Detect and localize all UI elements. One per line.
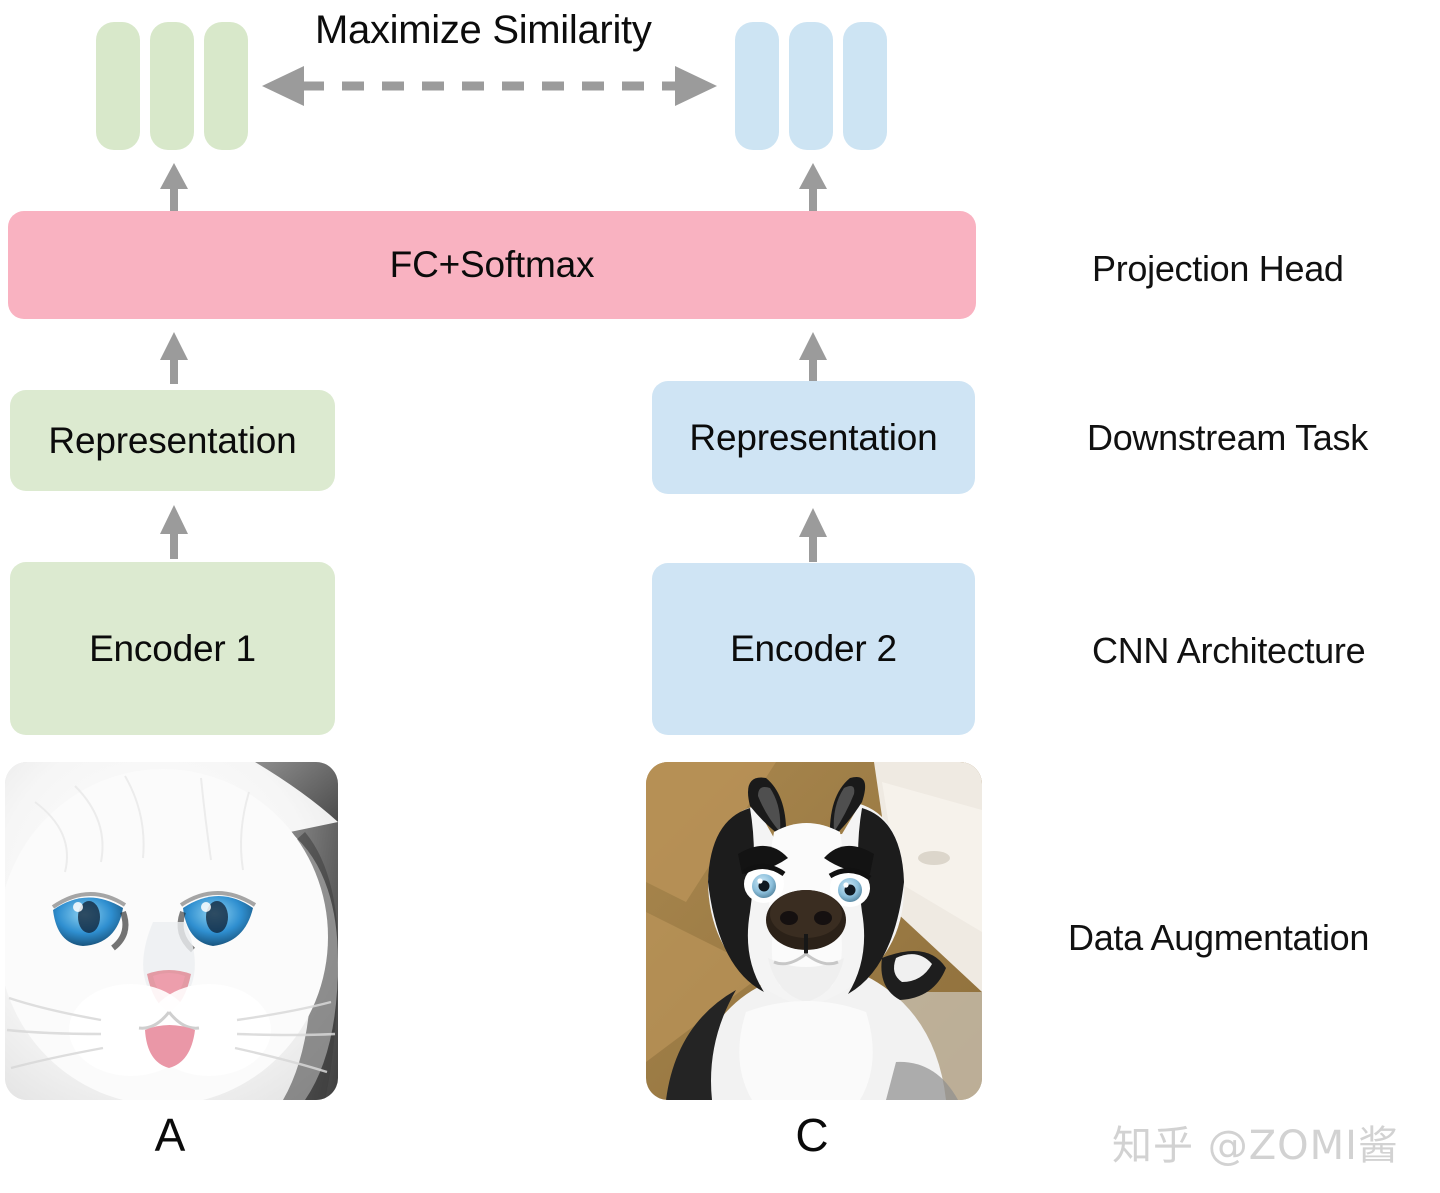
left-representation-box: Representation — [10, 390, 335, 491]
maximize-similarity-arrow — [262, 62, 717, 115]
right-image-caption: C — [795, 1109, 829, 1161]
left-encoder-label: Encoder 1 — [89, 627, 256, 669]
right-representation-label: Representation — [689, 416, 938, 458]
embedding-capsule — [204, 22, 248, 150]
embedding-capsule — [96, 22, 140, 150]
fc-softmax-label: FC+Softmax — [389, 244, 595, 285]
stage-label-projection-head: Projection Head — [1092, 248, 1344, 289]
diagram-canvas: Maximize Similarity FC+Softmax Represent… — [0, 0, 1440, 1193]
flow-arrow-up-right-representation — [797, 508, 829, 567]
right-augmented-image — [646, 762, 982, 1100]
left-embedding-vector — [96, 22, 248, 150]
flow-arrow-up-right-projection — [797, 163, 829, 216]
stage-label-cnn-architecture: CNN Architecture — [1092, 630, 1366, 671]
left-augmented-image — [5, 762, 338, 1100]
right-encoder-box: Encoder 2 — [652, 563, 975, 735]
flow-arrow-up-left-fc — [158, 332, 190, 389]
watermark: 知乎 @ZOMI酱 — [1112, 1123, 1399, 1169]
right-embedding-vector — [735, 22, 887, 150]
left-encoder-box: Encoder 1 — [10, 562, 335, 735]
stage-label-data-augmentation: Data Augmentation — [1068, 917, 1370, 958]
stage-label-downstream-task: Downstream Task — [1087, 417, 1368, 458]
right-representation-box: Representation — [652, 381, 975, 494]
right-encoder-label: Encoder 2 — [730, 628, 897, 669]
flow-arrow-up-left-representation — [158, 505, 190, 564]
flow-arrow-up-left-projection — [158, 163, 190, 216]
embedding-capsule — [843, 22, 887, 150]
left-representation-label: Representation — [48, 419, 297, 461]
page-title: Maximize Similarity — [315, 8, 652, 52]
embedding-capsule — [150, 22, 194, 150]
left-image-caption: A — [154, 1109, 186, 1161]
fc-softmax-layer: FC+Softmax — [8, 211, 976, 319]
embedding-capsule — [789, 22, 833, 150]
embedding-capsule — [735, 22, 779, 150]
